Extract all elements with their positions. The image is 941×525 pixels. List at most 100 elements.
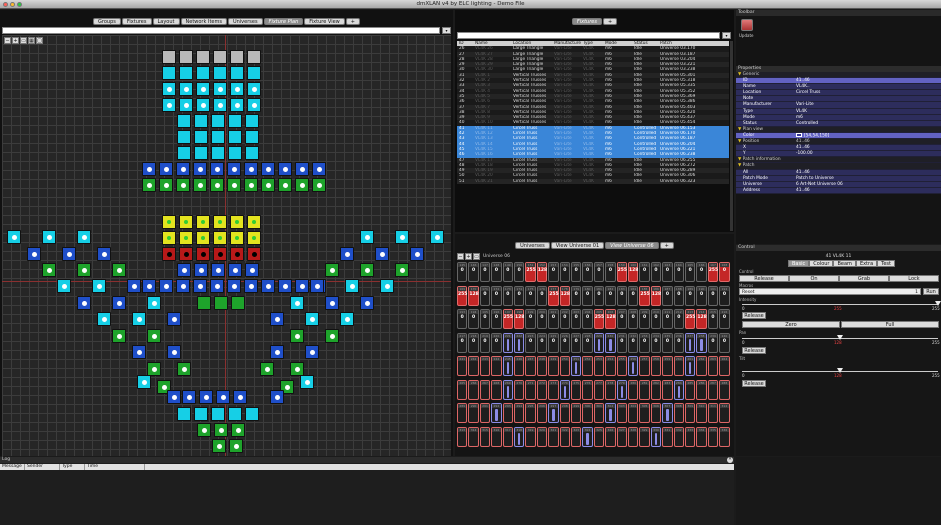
channel-cell[interactable]: 285 xyxy=(685,379,696,400)
fixture[interactable] xyxy=(167,312,181,326)
fixture[interactable] xyxy=(305,312,319,326)
fixture[interactable] xyxy=(231,423,245,437)
fixture[interactable] xyxy=(231,296,245,310)
channel-cell[interactable]: 186 128 xyxy=(650,285,661,306)
tab-control-basic[interactable]: Basic xyxy=(788,260,810,267)
fixture[interactable] xyxy=(179,82,193,96)
tab-fixtures[interactable]: Fixtures xyxy=(571,18,602,25)
tab-layout[interactable]: Layout xyxy=(152,18,180,25)
fixture[interactable] xyxy=(211,114,225,128)
channel-cell[interactable]: 221 xyxy=(502,332,513,353)
channel-cell[interactable]: 307 xyxy=(662,403,673,423)
fixture[interactable] xyxy=(196,247,210,261)
channel-cell[interactable]: 254 xyxy=(605,356,616,376)
channel-cell[interactable]: 197 255 xyxy=(502,309,513,329)
fixture[interactable] xyxy=(230,50,244,64)
channel-cell[interactable]: 212 0 xyxy=(673,309,684,329)
channel-cell[interactable]: 309 xyxy=(685,403,696,423)
channel-cell[interactable]: 235 0 xyxy=(662,332,673,353)
run-macro-button[interactable]: Run xyxy=(923,288,939,295)
channel-cell[interactable]: 154 0 xyxy=(559,262,570,282)
channel-cell[interactable]: 314 xyxy=(468,426,479,447)
channel-cell[interactable]: 269 xyxy=(502,379,513,400)
channel-cell[interactable]: 214 128 xyxy=(696,309,707,329)
fixture[interactable] xyxy=(325,329,339,343)
fixture[interactable] xyxy=(244,279,258,293)
fixture[interactable] xyxy=(176,178,190,192)
channel-cell[interactable]: 206 128 xyxy=(605,309,616,329)
channel-cell[interactable]: 302 xyxy=(605,403,616,423)
channel-cell[interactable]: 193 0 xyxy=(457,309,468,329)
channel-cell[interactable]: 180 0 xyxy=(582,285,593,306)
channel-cell[interactable]: 231 0 xyxy=(616,332,627,353)
color-swatch[interactable] xyxy=(796,132,802,137)
log-column-header[interactable]: Sender xyxy=(25,464,60,470)
channel-cell[interactable]: 313 xyxy=(457,426,468,447)
fixture[interactable] xyxy=(142,279,156,293)
fixture[interactable] xyxy=(196,50,210,64)
fixture[interactable] xyxy=(295,162,309,176)
fixture[interactable] xyxy=(194,263,208,277)
channel-cell[interactable]: 288 xyxy=(719,379,730,400)
channel-cell[interactable]: 164 0 xyxy=(673,262,684,282)
channel-cell[interactable]: 183 0 xyxy=(616,285,627,306)
fixture[interactable] xyxy=(127,279,141,293)
channel-cell[interactable]: 192 0 xyxy=(719,285,730,306)
fixture[interactable] xyxy=(213,98,227,112)
channel-cell[interactable]: 162 0 xyxy=(650,262,662,282)
tab-control-extra[interactable]: Extra xyxy=(855,260,878,267)
fixture[interactable] xyxy=(228,146,242,160)
channel-cell[interactable]: 176 0 xyxy=(536,285,548,306)
fixture[interactable] xyxy=(340,312,354,326)
channel-cell[interactable]: 300 xyxy=(582,403,593,423)
channel-cell[interactable]: 161 0 xyxy=(639,262,650,282)
channel-cell[interactable]: 234 0 xyxy=(650,332,662,353)
tab-fixture-plan[interactable]: Fixture Plan xyxy=(263,18,304,25)
fixture[interactable] xyxy=(196,66,210,80)
channel-cell[interactable]: 262 xyxy=(696,356,707,376)
fixture[interactable] xyxy=(42,263,56,277)
fixture[interactable] xyxy=(261,178,275,192)
channel-cell[interactable]: 281 xyxy=(639,379,650,400)
fixture[interactable] xyxy=(177,263,191,277)
fixture[interactable] xyxy=(360,296,374,310)
fixture[interactable] xyxy=(213,231,227,245)
fixture[interactable] xyxy=(179,215,193,229)
fixture[interactable] xyxy=(162,98,176,112)
channel-cell[interactable]: 335 xyxy=(707,426,719,447)
fixture[interactable] xyxy=(57,279,71,293)
channel-cell[interactable]: 232 0 xyxy=(628,332,639,353)
fixture[interactable] xyxy=(213,247,227,261)
channel-cell[interactable]: 277 xyxy=(593,379,605,400)
fixture[interactable] xyxy=(162,66,176,80)
fixture[interactable] xyxy=(42,230,56,244)
fixture[interactable] xyxy=(229,439,243,453)
table-row[interactable]: 51 VL4K 21 Circel Truss Vari-Lite VL4K m6 Idle… xyxy=(457,178,729,185)
channel-cell[interactable]: 147 0 xyxy=(479,262,491,282)
fixture[interactable] xyxy=(167,390,181,404)
channel-cell[interactable]: 224 0 xyxy=(536,332,548,353)
channel-cell[interactable]: 230 xyxy=(605,332,616,353)
channel-cell[interactable]: 266 xyxy=(468,379,479,400)
fixture[interactable] xyxy=(230,66,244,80)
channel-cell[interactable]: 326 xyxy=(605,426,616,447)
channel-cell[interactable]: 173 0 xyxy=(502,285,513,306)
channel-cell[interactable]: 334 xyxy=(696,426,707,447)
fixture[interactable] xyxy=(179,247,193,261)
fixture[interactable] xyxy=(193,162,207,176)
channel-cell[interactable]: 312 xyxy=(719,403,730,423)
channel-cell[interactable]: 299 xyxy=(571,403,582,423)
log-close-icon[interactable]: ✕ xyxy=(727,457,733,463)
fixture[interactable] xyxy=(182,390,196,404)
channel-cell[interactable]: 321 xyxy=(548,426,559,447)
fixture[interactable] xyxy=(97,312,111,326)
channel-cell[interactable]: 196 0 xyxy=(491,309,502,329)
tab-universe-2[interactable]: View Universe 06 xyxy=(605,242,659,249)
fixture[interactable] xyxy=(290,329,304,343)
channel-cell[interactable]: 165 0 xyxy=(685,262,696,282)
fixture[interactable] xyxy=(112,263,126,277)
fixture[interactable] xyxy=(261,279,275,293)
channel-cell[interactable]: 247 xyxy=(525,356,536,376)
channel-cell[interactable]: 259 xyxy=(662,356,673,376)
tab-universe-0[interactable]: Universes xyxy=(515,242,550,249)
